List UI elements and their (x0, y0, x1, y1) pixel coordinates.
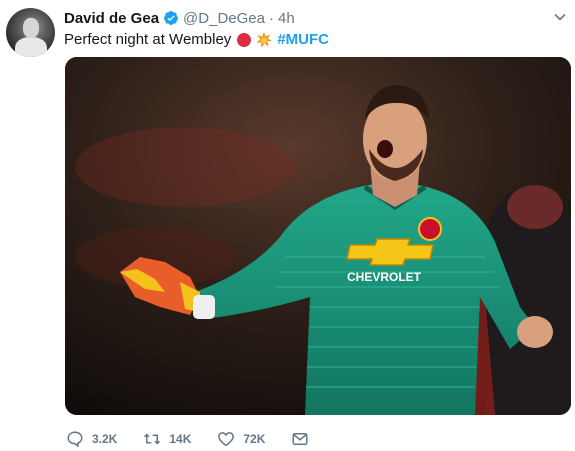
direct-message-button[interactable] (291, 430, 317, 448)
header-separator: · (268, 9, 274, 27)
retweet-icon (144, 433, 161, 445)
avatar-face (23, 18, 39, 38)
tweet-header: David de Gea @D_DeGea · 4h (64, 9, 295, 27)
heart-icon (218, 432, 235, 447)
chevron-down-icon[interactable] (553, 10, 567, 24)
collision-emoji-icon (256, 31, 273, 47)
like-button[interactable]: 72K (217, 430, 265, 448)
reply-button[interactable]: 3.2K (66, 430, 117, 448)
jersey-sponsor-text: CHEVROLET (347, 270, 422, 284)
envelope-icon (292, 433, 308, 445)
verified-badge-icon (163, 10, 179, 26)
author-avatar[interactable] (6, 8, 55, 57)
author-name[interactable]: David de Gea (64, 10, 159, 27)
tweet-text: Perfect night at Wembley #MUFC (64, 31, 329, 48)
photo-illustration: CHEVROLET (65, 57, 571, 415)
retweet-button[interactable]: 14K (143, 430, 191, 448)
red-circle-emoji-icon (237, 32, 252, 47)
tweet-actions: 3.2K 14K 72K (66, 430, 343, 448)
tweet-body: Perfect night at Wembley (64, 31, 232, 48)
hashtag-link[interactable]: #MUFC (277, 31, 329, 48)
reply-count: 3.2K (92, 432, 118, 446)
avatar-shoulders (15, 37, 47, 57)
reply-icon (67, 431, 83, 448)
tweet-card[interactable]: David de Gea @D_DeGea · 4h Perfect night… (0, 0, 575, 451)
tweet-photo[interactable]: CHEVROLET (65, 57, 571, 415)
retweet-count: 14K (169, 432, 192, 446)
like-count: 72K (243, 432, 266, 446)
author-handle[interactable]: @D_DeGea (183, 10, 265, 27)
tweet-timestamp[interactable]: 4h (278, 10, 295, 27)
